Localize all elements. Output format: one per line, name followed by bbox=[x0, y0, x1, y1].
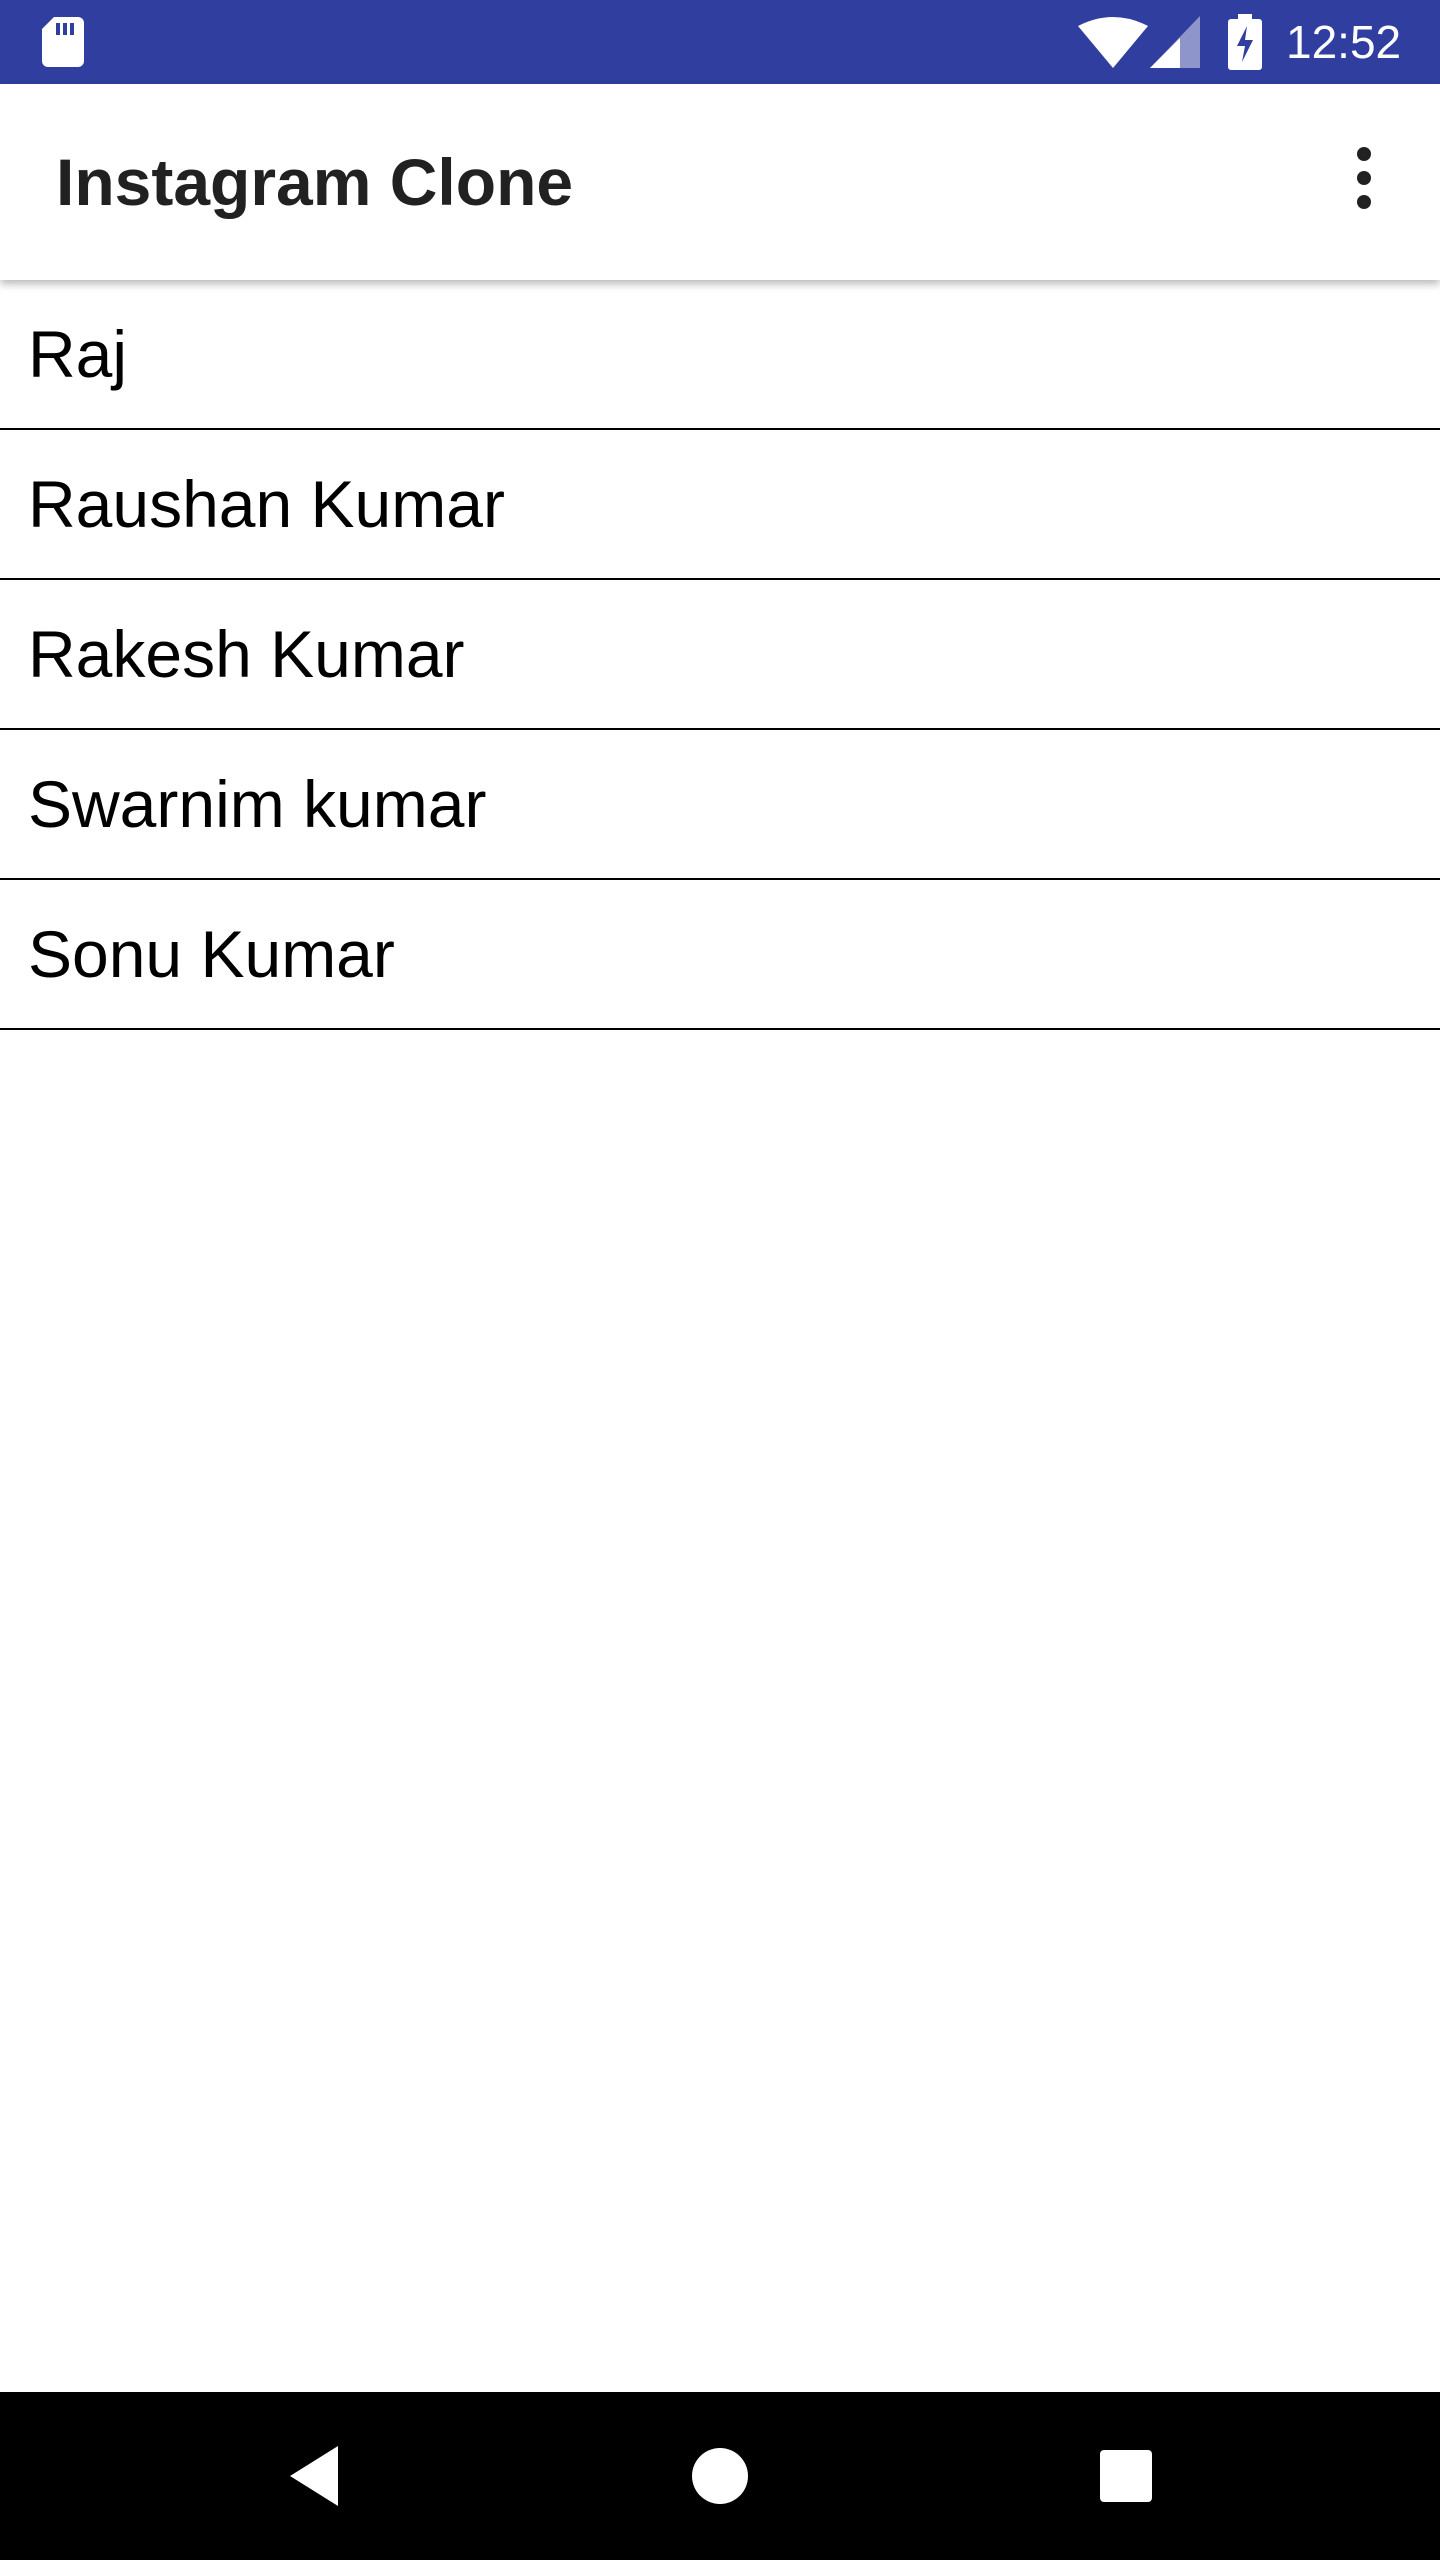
user-name: Rakesh Kumar bbox=[28, 617, 465, 691]
status-clock: 12:52 bbox=[1286, 16, 1402, 68]
wifi-icon bbox=[1078, 17, 1148, 68]
battery-charging-icon bbox=[1228, 14, 1262, 70]
user-list: Raj Raushan Kumar Rakesh Kumar Swarnim k… bbox=[0, 280, 1440, 1030]
user-name: Swarnim kumar bbox=[28, 767, 487, 841]
list-item[interactable]: Sonu Kumar bbox=[0, 880, 1440, 1030]
more-vert-icon bbox=[1357, 147, 1371, 209]
user-name: Raj bbox=[28, 317, 128, 391]
app-title: Instagram Clone bbox=[56, 145, 574, 219]
user-name: Raushan Kumar bbox=[28, 467, 505, 541]
signal-icon bbox=[1150, 16, 1200, 68]
user-name: Sonu Kumar bbox=[28, 917, 395, 991]
overflow-menu-button[interactable] bbox=[1316, 132, 1412, 232]
recents-icon bbox=[1100, 2450, 1152, 2502]
list-item[interactable]: Rakesh Kumar bbox=[0, 580, 1440, 730]
list-item[interactable]: Raushan Kumar bbox=[0, 430, 1440, 580]
back-button[interactable] bbox=[266, 2426, 366, 2526]
list-item[interactable]: Swarnim kumar bbox=[0, 730, 1440, 880]
sd-card-icon bbox=[42, 17, 84, 67]
list-item[interactable]: Raj bbox=[0, 280, 1440, 430]
status-bar: 12:52 bbox=[0, 0, 1440, 84]
app-bar: Instagram Clone bbox=[0, 84, 1440, 280]
home-icon bbox=[692, 2448, 748, 2504]
navigation-bar bbox=[0, 2392, 1440, 2560]
recents-button[interactable] bbox=[1076, 2426, 1176, 2526]
back-icon bbox=[290, 2446, 338, 2506]
home-button[interactable] bbox=[670, 2426, 770, 2526]
